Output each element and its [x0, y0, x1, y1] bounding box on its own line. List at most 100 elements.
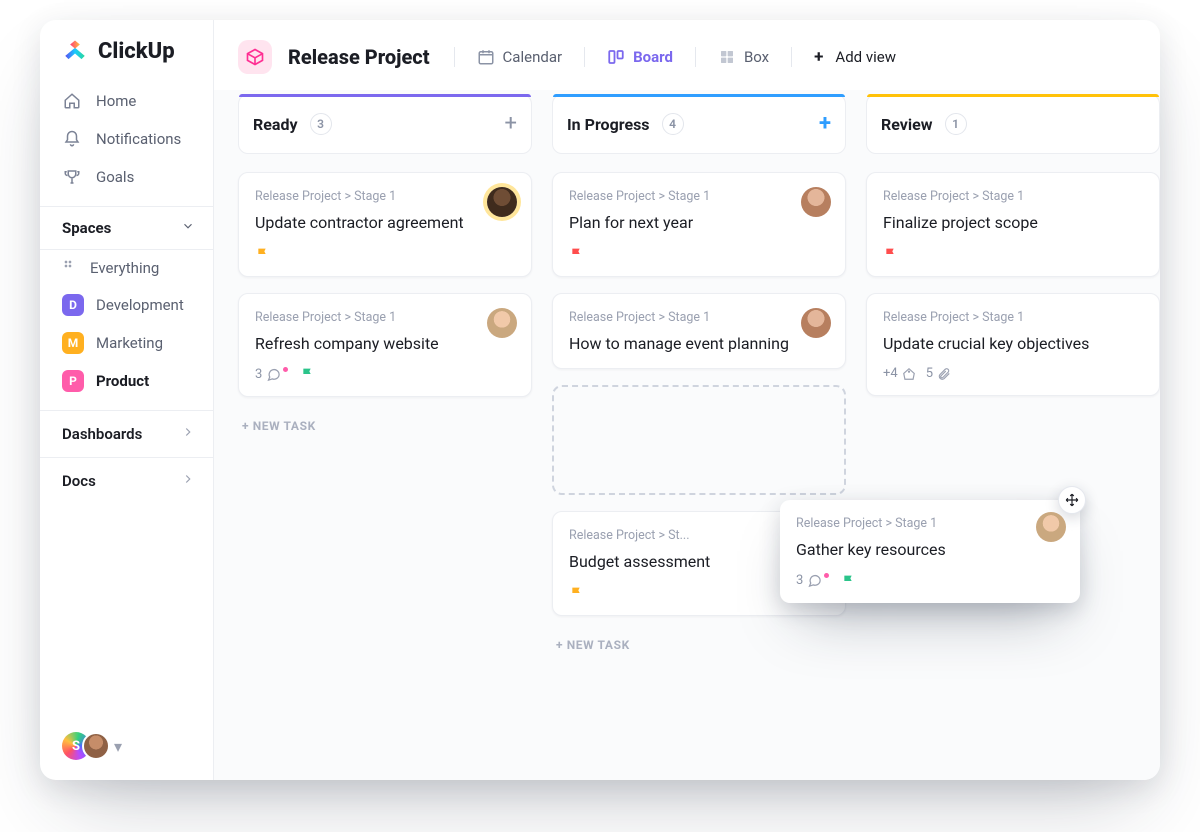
user-switcher[interactable]: S ▾ — [62, 732, 122, 760]
space-marketing[interactable]: M Marketing — [40, 324, 213, 362]
nav-notifications[interactable]: Notifications — [40, 120, 213, 158]
view-calendar[interactable]: Calendar — [469, 42, 571, 72]
sidebar-docs[interactable]: Docs — [40, 457, 213, 504]
chevron-down-icon — [181, 219, 195, 237]
view-box[interactable]: Box — [710, 42, 777, 72]
dragging-card[interactable]: Release Project > Stage 1 Gather key res… — [780, 500, 1080, 603]
task-card[interactable]: Release Project > Stage 1 Update contrac… — [238, 172, 532, 277]
breadcrumb: Release Project > Stage 1 — [569, 189, 829, 204]
calendar-icon — [477, 48, 495, 66]
user-avatar — [82, 732, 110, 760]
sidebar: ClickUp Home Notifications Goals Spaces … — [40, 20, 214, 780]
bell-icon — [62, 129, 82, 149]
clickup-logo-icon — [62, 38, 88, 64]
comment-count[interactable]: 3 — [796, 573, 831, 588]
sidebar-everything[interactable]: Everything — [40, 250, 213, 286]
project-icon — [238, 40, 272, 74]
card-title: Refresh company website — [255, 333, 515, 355]
spaces-header[interactable]: Spaces — [40, 206, 213, 250]
chevron-right-icon — [181, 472, 195, 490]
flag-icon[interactable] — [569, 585, 585, 601]
space-product[interactable]: P Product — [40, 362, 213, 400]
dashboards-label: Dashboards — [62, 425, 142, 443]
space-badge: D — [62, 294, 84, 316]
task-card[interactable]: Release Project > Stage 1 Refresh compan… — [238, 293, 532, 398]
breadcrumb: Release Project > Stage 1 — [796, 516, 1064, 531]
flag-icon[interactable] — [300, 366, 316, 382]
board: Ready 3 + Release Project > Stage 1 Upda… — [214, 90, 1160, 780]
drop-zone[interactable] — [552, 385, 846, 495]
task-card[interactable]: Release Project > Stage 1 Finalize proje… — [866, 172, 1160, 277]
unread-dot-icon — [283, 367, 288, 372]
docs-label: Docs — [62, 472, 96, 490]
chevron-right-icon — [181, 425, 195, 443]
flag-icon[interactable] — [841, 573, 857, 589]
assignee-avatar[interactable] — [1036, 512, 1066, 542]
task-card[interactable]: Release Project > Stage 1 How to manage … — [552, 293, 846, 370]
flag-icon[interactable] — [255, 246, 271, 262]
flag-icon[interactable] — [883, 246, 899, 262]
space-label: Product — [96, 372, 149, 390]
task-card[interactable]: Release Project > Stage 1 Update crucial… — [866, 293, 1160, 397]
card-title: Finalize project scope — [883, 212, 1143, 234]
add-card-button[interactable]: + — [505, 113, 517, 135]
spaces-label: Spaces — [62, 219, 111, 237]
column-count: 4 — [662, 113, 684, 135]
space-development[interactable]: D Development — [40, 286, 213, 324]
view-label: Calendar — [503, 48, 563, 66]
assignee-avatar[interactable] — [801, 308, 831, 338]
column-title: In Progress — [567, 115, 650, 134]
column-header[interactable]: In Progress 4 + — [552, 94, 846, 154]
column-count: 3 — [310, 113, 332, 135]
topbar: Release Project Calendar Board Box + Add… — [214, 20, 1160, 90]
tag-count[interactable]: +4 — [883, 366, 916, 381]
column-count: 1 — [945, 113, 967, 135]
column-header[interactable]: Ready 3 + — [238, 94, 532, 154]
view-label: Box — [744, 48, 769, 66]
column-title: Review — [881, 115, 933, 134]
board-icon — [607, 48, 625, 66]
project-title: Release Project — [288, 45, 430, 69]
comment-count[interactable]: 3 — [255, 367, 290, 382]
nav-label: Home — [96, 92, 136, 110]
nav-label: Notifications — [96, 130, 181, 148]
unread-dot-icon — [824, 573, 829, 578]
breadcrumb: Release Project > Stage 1 — [569, 310, 829, 325]
attachment-count[interactable]: 5 — [926, 366, 951, 381]
app-window: ClickUp Home Notifications Goals Spaces … — [40, 20, 1160, 780]
flag-icon[interactable] — [569, 246, 585, 262]
nav-goals[interactable]: Goals — [40, 158, 213, 196]
sidebar-dashboards[interactable]: Dashboards — [40, 410, 213, 457]
task-card[interactable]: Release Project > Stage 1 Plan for next … — [552, 172, 846, 277]
move-handle-icon[interactable] — [1058, 486, 1086, 514]
space-badge: M — [62, 332, 84, 354]
app-logo[interactable]: ClickUp — [40, 38, 213, 82]
breadcrumb: Release Project > Stage 1 — [883, 189, 1143, 204]
comment-number: 3 — [796, 573, 803, 588]
space-badge: P — [62, 370, 84, 392]
divider — [454, 47, 455, 67]
new-task-button[interactable]: + NEW TASK — [552, 632, 846, 658]
column-ready: Ready 3 + Release Project > Stage 1 Upda… — [238, 94, 532, 658]
card-title: Update contractor agreement — [255, 212, 515, 234]
card-title: Plan for next year — [569, 212, 829, 234]
add-card-button[interactable]: + — [819, 113, 831, 135]
space-label: Development — [96, 296, 184, 314]
divider — [791, 47, 792, 67]
add-view-button[interactable]: + Add view — [806, 41, 904, 73]
breadcrumb: Release Project > Stage 1 — [255, 310, 515, 325]
assignee-avatar[interactable] — [487, 308, 517, 338]
breadcrumb: Release Project > Stage 1 — [255, 189, 515, 204]
nav-home[interactable]: Home — [40, 82, 213, 120]
view-board[interactable]: Board — [599, 42, 681, 72]
new-task-button[interactable]: + NEW TASK — [238, 413, 532, 439]
chevron-down-icon: ▾ — [114, 737, 122, 756]
assignee-avatar[interactable] — [487, 187, 517, 217]
card-title: Update crucial key objectives — [883, 333, 1143, 355]
column-header[interactable]: Review 1 — [866, 94, 1160, 154]
assignee-avatar[interactable] — [801, 187, 831, 217]
view-label: Board — [633, 48, 673, 66]
divider — [695, 47, 696, 67]
box-view-icon — [718, 48, 736, 66]
grid-icon — [62, 258, 78, 278]
